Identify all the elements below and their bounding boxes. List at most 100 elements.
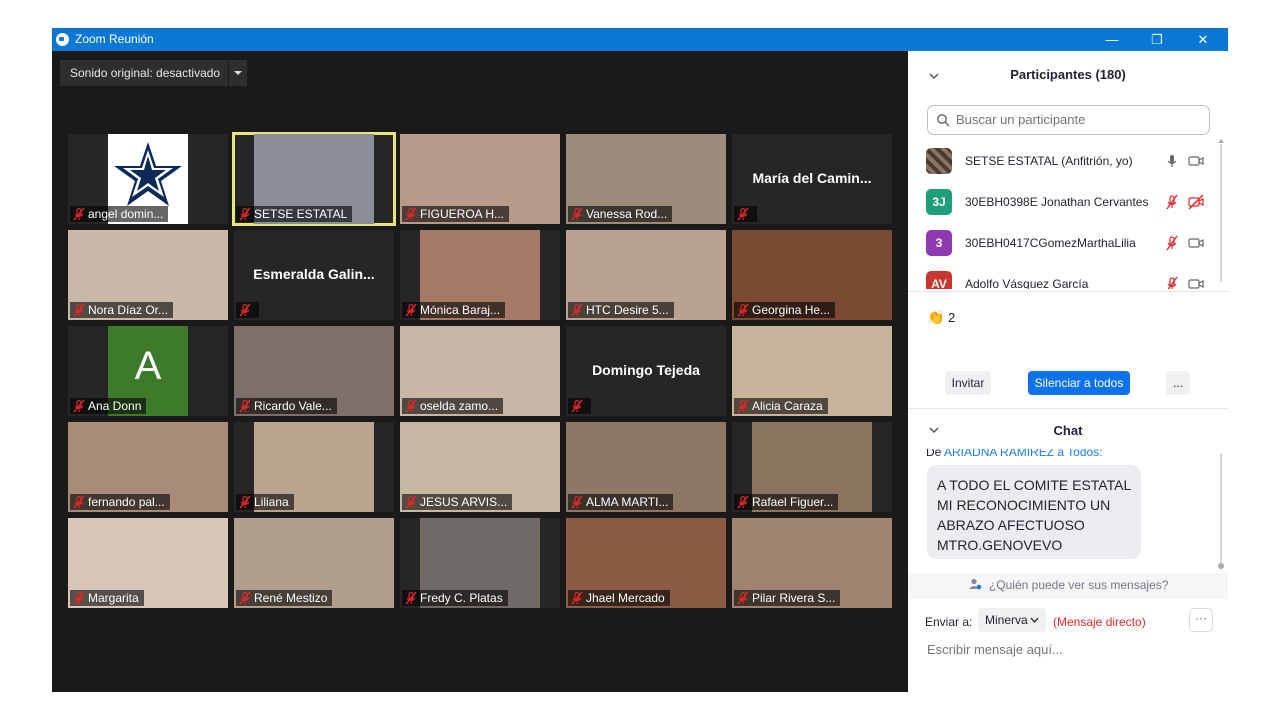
reaction-count: 2: [948, 310, 956, 325]
muted-mic-icon[interactable]: [1164, 194, 1180, 210]
muted-mic-icon[interactable]: [1164, 235, 1180, 251]
participant-scrollbar[interactable]: [1218, 138, 1224, 288]
participant-name-label: FIGUEROA H...: [402, 206, 510, 222]
muted-mic-icon: [239, 399, 251, 413]
video-tile[interactable]: JESUS ARVIS...: [400, 422, 560, 512]
who-can-see-link[interactable]: ¿Quién puede ver sus mensajes?: [908, 573, 1228, 599]
video-tile[interactable]: angel domin...: [68, 134, 228, 224]
video-tile[interactable]: Liliana: [234, 422, 394, 512]
video-tile[interactable]: oselda zamo...: [400, 326, 560, 416]
participant-name: 30EBH0398E Jonathan Cervantes: [965, 195, 1149, 209]
participant-name: fernando pal...: [88, 495, 165, 509]
mute-all-button[interactable]: Silenciar a todos: [1028, 371, 1130, 395]
video-tile[interactable]: Nora Díaz Or...: [68, 230, 228, 320]
video-off-icon[interactable]: [1188, 194, 1204, 210]
video-tile[interactable]: SETSE ESTATAL: [232, 132, 396, 226]
video-tile[interactable]: René Mestizo: [234, 518, 394, 608]
video-off-icon[interactable]: [1188, 235, 1204, 251]
scroll-track: [1220, 144, 1222, 282]
participant-row[interactable]: SETSE ESTATAL (Anfitrión, yo): [908, 141, 1218, 181]
chat-messages: De ARIADNA RAMIREZ a Todos: A TODO EL CO…: [908, 449, 1228, 573]
video-tile[interactable]: A Ana Donn: [68, 326, 228, 416]
divider: [908, 291, 1228, 292]
video-tile[interactable]: Ricardo Vale...: [234, 326, 394, 416]
muted-mic-icon: [73, 495, 85, 509]
participant-name: Rafael Figuer...: [752, 495, 834, 509]
search-icon: [937, 114, 950, 127]
participant-name-label: [236, 302, 259, 318]
close-button[interactable]: ✕: [1180, 28, 1226, 51]
participant-row[interactable]: AV Adolfo Vásquez García: [908, 264, 1218, 289]
video-tile[interactable]: Vanessa Rod...: [566, 134, 726, 224]
zoom-window: Zoom Reunión — ❐ ✕ Sonido original: desa…: [52, 28, 1228, 692]
video-off-icon[interactable]: [1188, 276, 1204, 289]
mic-icon[interactable]: [1164, 153, 1180, 169]
chat-message-bubble: A TODO EL COMITE ESTATAL MI RECONOCIMIEN…: [927, 465, 1141, 559]
video-tile[interactable]: FIGUEROA H...: [400, 134, 560, 224]
reaction-summary: 👏 2: [927, 309, 955, 326]
avatar: [926, 148, 952, 174]
recipient-value: Minerva: [985, 613, 1028, 627]
participant-name: Margarita: [88, 591, 139, 605]
video-tile[interactable]: Georgina He...: [732, 230, 892, 320]
participant-name-label: HTC Desire 5...: [568, 302, 674, 318]
video-tile[interactable]: Esmeralda Galin...: [234, 230, 394, 320]
video-tile[interactable]: Mónica Baraj...: [400, 230, 560, 320]
original-sound-label: Sonido original: desactivado: [70, 66, 221, 80]
chat-sender[interactable]: ARIADNA RAMIREZ: [944, 449, 1054, 459]
avatar: 3J: [926, 189, 952, 215]
muted-mic-icon: [571, 495, 583, 509]
avatar: 3: [926, 230, 952, 256]
video-off-icon[interactable]: [1188, 153, 1204, 169]
participant-row[interactable]: 3 30EBH0417CGomezMarthaLilia: [908, 223, 1218, 263]
scroll-thumb: [1218, 563, 1224, 569]
participant-name: angel domin...: [88, 207, 164, 221]
scroll-track: [1220, 453, 1222, 563]
chat-message-line: MI RECONOCIMIENTO UN: [937, 497, 1111, 513]
chevron-down-icon[interactable]: [228, 60, 247, 86]
muted-mic-icon: [571, 207, 583, 221]
original-sound-toggle[interactable]: Sonido original: desactivado: [60, 60, 247, 86]
video-tile[interactable]: Pilar Rivera S...: [732, 518, 892, 608]
muted-mic-icon[interactable]: [1164, 276, 1180, 289]
video-tile[interactable]: fernando pal...: [68, 422, 228, 512]
video-tile[interactable]: María del Camin...: [732, 134, 892, 224]
video-tile[interactable]: Domingo Tejeda: [566, 326, 726, 416]
window-title: Zoom Reunión: [75, 32, 154, 46]
chat-title: Chat: [1053, 423, 1083, 438]
restore-button[interactable]: ❐: [1134, 28, 1180, 51]
video-tile[interactable]: ALMA MARTI...: [566, 422, 726, 512]
participant-search[interactable]: [927, 105, 1210, 135]
participant-display-name: Esmeralda Galin...: [253, 266, 375, 282]
participant-display-name: Domingo Tejeda: [592, 362, 700, 378]
chat-scrollbar[interactable]: [1218, 453, 1224, 569]
recipient-select[interactable]: Minerva: [978, 608, 1046, 632]
participant-name: JESUS ARVIS...: [420, 495, 508, 509]
participant-row[interactable]: 3J 30EBH0398E Jonathan Cervantes: [908, 182, 1218, 222]
chevron-down-icon: [1030, 617, 1039, 624]
video-tile[interactable]: Alicia Caraza: [732, 326, 892, 416]
participants-more-button[interactable]: ...: [1166, 371, 1190, 395]
invite-button[interactable]: Invitar: [945, 371, 991, 395]
video-tile[interactable]: Margarita: [68, 518, 228, 608]
video-tile[interactable]: HTC Desire 5...: [566, 230, 726, 320]
muted-mic-icon: [239, 495, 251, 509]
video-tile[interactable]: Jhael Mercado: [566, 518, 726, 608]
participant-list: SETSE ESTATAL (Anfitrión, yo) 3J 30EBH0398…: [908, 141, 1228, 289]
muted-mic-icon: [405, 399, 417, 413]
video-tile[interactable]: Rafael Figuer...: [732, 422, 892, 512]
direct-message-label: (Mensaje directo): [1053, 615, 1146, 629]
chat-message-input[interactable]: [925, 641, 1219, 658]
minimize-button[interactable]: —: [1089, 28, 1135, 51]
participants-title: Participantes (180): [1010, 67, 1126, 82]
side-panel: Participantes (180) SETSE ESTATAL (Anfit…: [908, 51, 1228, 692]
send-to-label: Enviar a:: [925, 615, 973, 629]
video-tile[interactable]: Fredy C. Platas: [400, 518, 560, 608]
search-input[interactable]: [954, 111, 1203, 128]
muted-mic-icon: [571, 399, 583, 413]
chat-more-button[interactable]: ···: [1189, 608, 1213, 632]
chat-from-prefix: De: [926, 449, 942, 459]
clap-icon: 👏: [927, 309, 945, 325]
participant-name: Fredy C. Platas: [420, 591, 503, 605]
zoom-logo-icon: [56, 33, 69, 46]
